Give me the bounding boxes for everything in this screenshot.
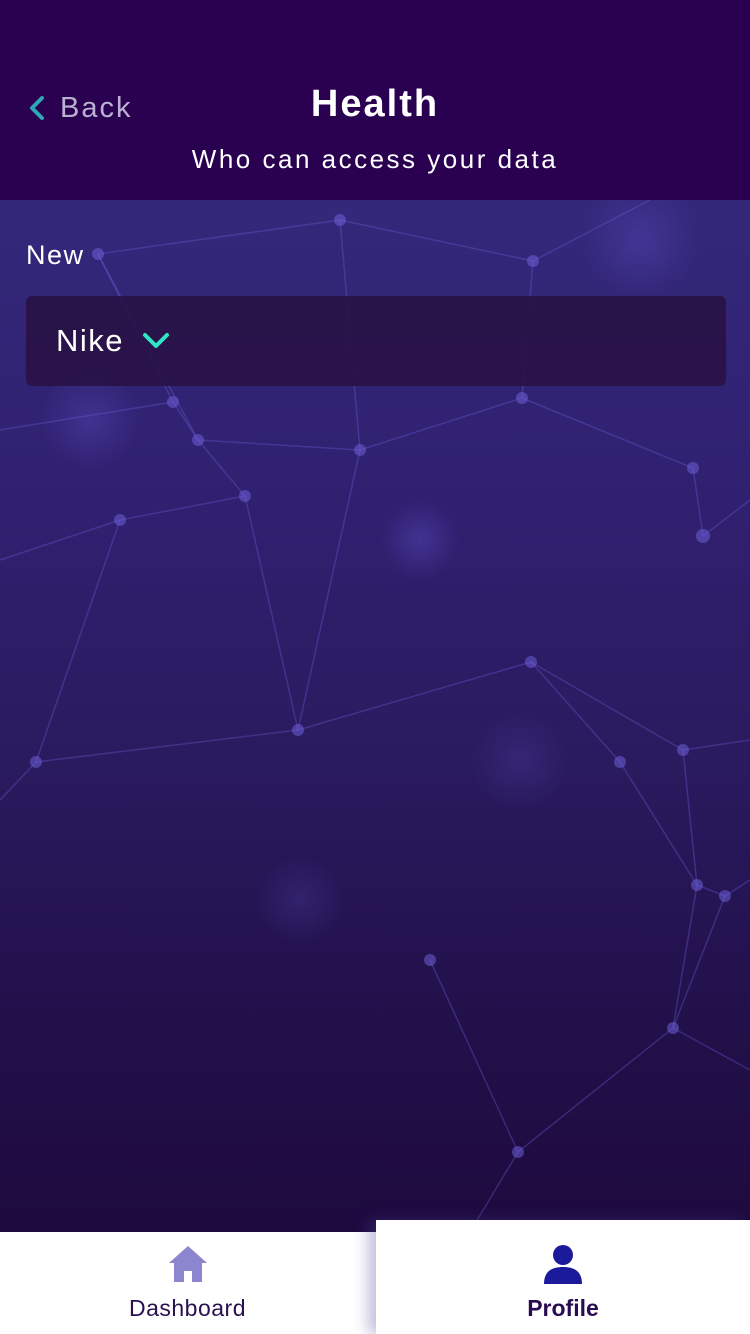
page-subtitle: Who can access your data xyxy=(191,144,559,174)
tab-profile[interactable]: Profile xyxy=(376,1220,750,1334)
tab-dashboard[interactable]: Dashboard xyxy=(0,1232,375,1334)
select-value: Nike xyxy=(56,323,125,358)
main-content: New Nike xyxy=(0,200,750,1232)
provider-select[interactable]: Nike xyxy=(26,296,726,386)
person-icon xyxy=(544,1245,582,1284)
header-bar: Back Health Who can access your data xyxy=(0,0,750,200)
tab-profile-label: Profile xyxy=(527,1295,599,1321)
home-icon xyxy=(168,1246,207,1282)
page-title: Health xyxy=(310,83,440,125)
chevron-down-icon xyxy=(143,333,170,348)
tab-dashboard-label: Dashboard xyxy=(128,1295,247,1321)
section-label-new: New xyxy=(26,240,85,270)
bottom-tab-bar: Dashboard Profile xyxy=(0,1220,750,1334)
